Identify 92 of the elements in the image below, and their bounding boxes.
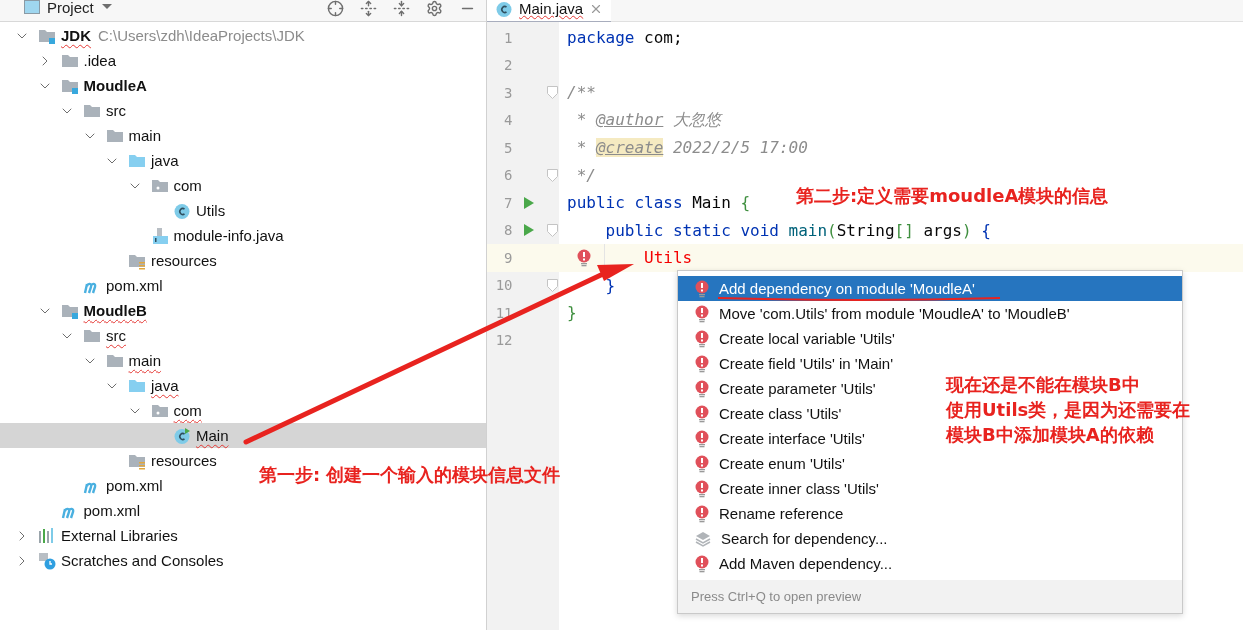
error-bulb-icon[interactable] bbox=[695, 279, 709, 298]
error-bulb-icon[interactable] bbox=[695, 479, 709, 498]
window-icon bbox=[24, 0, 40, 14]
tree-label[interactable]: Scratches and Consoles bbox=[61, 552, 224, 569]
quick-fix-item[interactable]: Move 'com.Utils' from module 'MoudleA' to 'MoudleB' bbox=[695, 304, 1070, 323]
class-icon bbox=[495, 0, 513, 18]
fold-marker-icon[interactable] bbox=[547, 278, 559, 292]
layers-icon bbox=[695, 530, 711, 547]
error-bulb-icon[interactable] bbox=[695, 554, 709, 573]
tree-label[interactable]: java bbox=[151, 152, 179, 169]
tree-label[interactable]: com bbox=[173, 177, 202, 194]
code-text: */ bbox=[576, 165, 596, 185]
code-text: * @author 大忽悠 bbox=[576, 109, 721, 131]
code-text: /** bbox=[567, 83, 596, 103]
tree-label[interactable]: MoudleB bbox=[83, 302, 147, 319]
selected-tree-row[interactable]: Main bbox=[0, 423, 486, 448]
tree-label[interactable]: Main bbox=[196, 427, 229, 444]
expand-all-icon[interactable] bbox=[360, 0, 377, 17]
error-bulb-icon[interactable] bbox=[695, 404, 709, 423]
quick-fix-item[interactable]: Create parameter 'Utils' bbox=[695, 379, 876, 398]
tree-label[interactable]: resources bbox=[151, 252, 217, 269]
error-bulb-icon[interactable] bbox=[695, 454, 709, 473]
editor-tab[interactable]: Main.java bbox=[487, 0, 612, 24]
fold-marker-icon[interactable] bbox=[547, 223, 559, 237]
line-number: 2 bbox=[503, 57, 513, 74]
line-number: 6 bbox=[503, 167, 513, 184]
line-number: 1 bbox=[503, 29, 513, 46]
tree-label[interactable]: src bbox=[106, 327, 126, 344]
quick-fix-item[interactable]: Create class 'Utils' bbox=[695, 404, 842, 423]
line-number: 12 bbox=[494, 332, 513, 349]
error-bulb-icon[interactable] bbox=[695, 504, 709, 523]
tree-label[interactable]: main bbox=[128, 127, 161, 144]
tree-label[interactable]: JDK bbox=[61, 27, 91, 44]
error-bulb-icon[interactable] bbox=[695, 329, 709, 348]
tree-label[interactable]: pom.xml bbox=[83, 502, 141, 519]
run-icon[interactable] bbox=[522, 195, 535, 210]
locate-icon[interactable] bbox=[327, 0, 344, 17]
quick-fix-item[interactable]: Search for dependency... bbox=[695, 530, 888, 547]
error-bulb-icon[interactable] bbox=[695, 429, 709, 448]
fold-marker-icon[interactable] bbox=[547, 168, 559, 182]
tree-label[interactable]: Utils bbox=[196, 202, 226, 219]
line-number: 9 bbox=[503, 249, 513, 266]
run-icon[interactable] bbox=[522, 223, 535, 238]
tree-label[interactable]: resources bbox=[151, 452, 217, 469]
quick-fix-item[interactable]: Rename reference bbox=[695, 504, 844, 523]
error-bulb-icon[interactable] bbox=[695, 354, 709, 373]
quick-fix-item[interactable]: Create local variable 'Utils' bbox=[695, 329, 895, 348]
quick-fix-item[interactable]: Add dependency on module 'MoudleA' bbox=[678, 276, 1182, 301]
tree-label[interactable]: pom.xml bbox=[106, 477, 163, 494]
line-number: 10 bbox=[494, 277, 513, 294]
tree-label[interactable]: com bbox=[173, 402, 202, 419]
line-number: 8 bbox=[503, 222, 513, 239]
annotation-note: 第二步:定义需要moudleA模块的信息 bbox=[796, 184, 1109, 208]
error-bulb-icon[interactable] bbox=[577, 249, 591, 267]
annotation-note: 现在还是不能在模块B中 使用Utils类，是因为还需要在 模块B中添加模块A的依赖 bbox=[946, 373, 1191, 447]
quick-fix-item[interactable]: Create field 'Utils' in 'Main' bbox=[695, 354, 894, 373]
collapse-all-icon[interactable] bbox=[393, 0, 410, 17]
tree-label[interactable]: main bbox=[128, 352, 161, 369]
quick-fix-item[interactable]: Create interface 'Utils' bbox=[695, 429, 865, 448]
tree-label[interactable]: src bbox=[106, 102, 126, 119]
panel-title[interactable]: Project bbox=[47, 0, 94, 16]
tree-label[interactable]: java bbox=[151, 377, 179, 394]
line-number: 3 bbox=[503, 84, 513, 101]
annotation-note: 第一步: 创建一个输入的模块信息文件 bbox=[259, 463, 561, 487]
tree-label[interactable]: module-info.java bbox=[173, 227, 284, 244]
line-number: 4 bbox=[503, 112, 513, 129]
tree-label[interactable]: External Libraries bbox=[61, 527, 178, 544]
code-text: } bbox=[605, 275, 616, 295]
line-number: 5 bbox=[503, 139, 513, 156]
error-bulb-icon[interactable] bbox=[695, 379, 709, 398]
module-path: C:\Users\zdh\IdeaProjects\JDK bbox=[98, 27, 305, 44]
runnable-class-icon bbox=[173, 426, 191, 445]
code-text: public class Main { bbox=[567, 193, 751, 213]
class-icon bbox=[173, 201, 191, 220]
tree-label[interactable]: MoudleA bbox=[83, 77, 147, 94]
code-text: public static void main(String[] args) { bbox=[605, 220, 991, 240]
code-text: package com; bbox=[567, 28, 683, 48]
fold-marker-icon[interactable] bbox=[547, 86, 559, 100]
code-text: } bbox=[567, 303, 577, 323]
java-file-icon bbox=[150, 226, 169, 245]
error-bulb-icon[interactable] bbox=[695, 304, 709, 323]
quick-fix-item[interactable]: Create enum 'Utils' bbox=[695, 454, 845, 473]
popup-hint: Press Ctrl+Q to open preview bbox=[678, 580, 1182, 613]
scratch-clock-icon bbox=[38, 551, 56, 570]
code-text: Utils bbox=[644, 248, 693, 268]
quick-fix-item[interactable]: Create inner class 'Utils' bbox=[695, 479, 879, 498]
tree-label[interactable]: pom.xml bbox=[106, 277, 163, 294]
quick-fix-item[interactable]: Add Maven dependency... bbox=[695, 554, 893, 573]
line-number: 7 bbox=[503, 194, 513, 211]
settings-icon[interactable] bbox=[426, 0, 443, 17]
tree-label[interactable]: .idea bbox=[83, 52, 117, 69]
library-bars-icon bbox=[38, 526, 56, 545]
